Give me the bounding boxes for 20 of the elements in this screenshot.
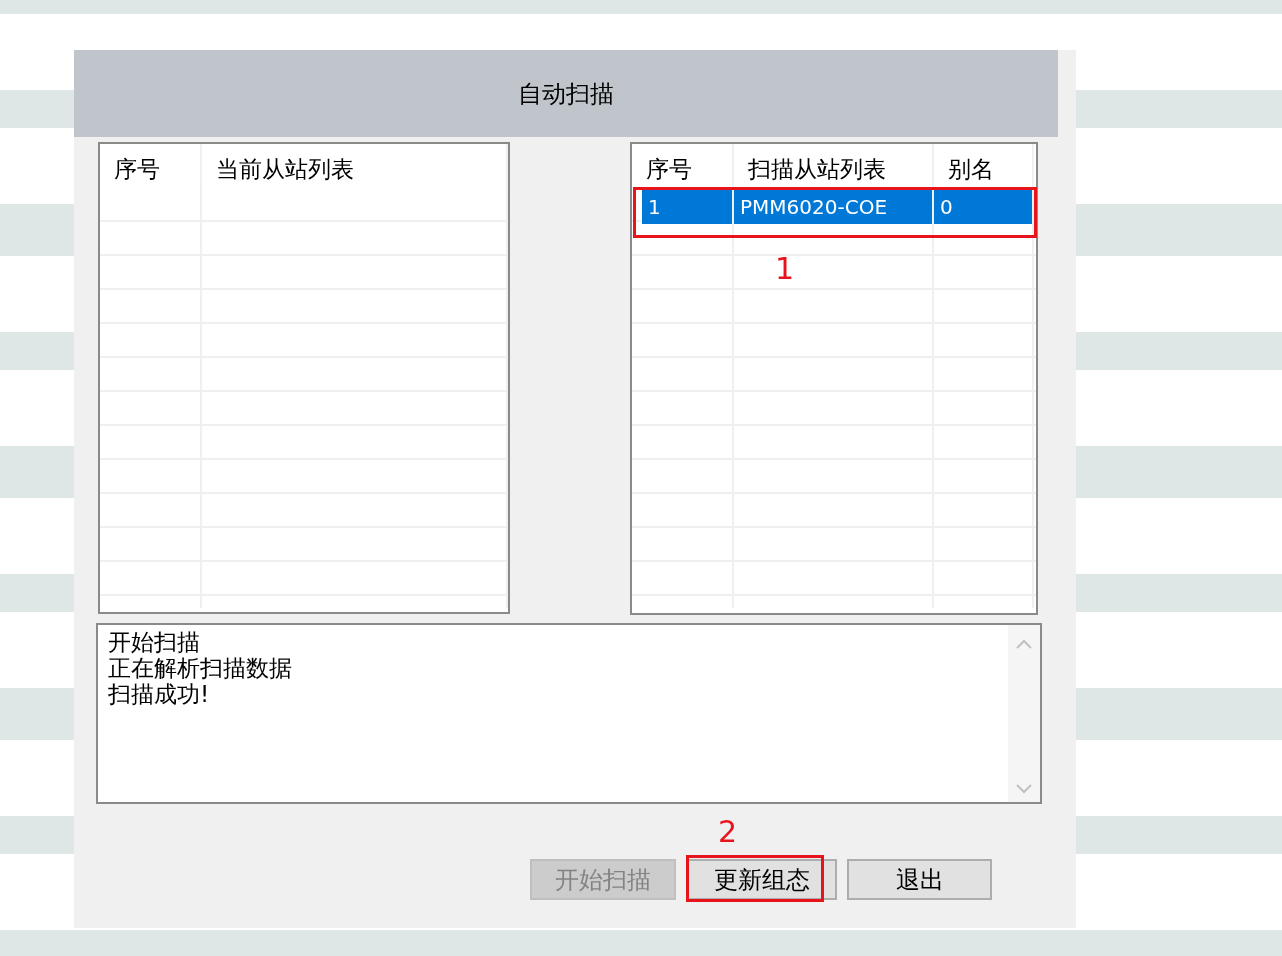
log-textbox[interactable]: 开始扫描 正在解析扫描数据 扫描成功! [96, 623, 1042, 804]
annotation-number: 1 [775, 254, 795, 284]
column-header[interactable]: 当前从站列表 [202, 144, 508, 188]
scroll-down-icon[interactable] [1016, 784, 1032, 794]
annotation-number: 2 [718, 817, 738, 847]
dialog-button[interactable]: 更新组态 [686, 859, 837, 900]
dialog-title: 自动扫描 [74, 50, 1058, 137]
scrollbar[interactable] [1008, 625, 1040, 802]
table-cell: PMM6020-COE [734, 190, 934, 224]
column-header[interactable]: 序号 [632, 144, 734, 188]
table-cell: 1 [642, 190, 734, 224]
dialog-button[interactable]: 退出 [847, 859, 992, 900]
table-row[interactable]: 1 PMM6020-COE 0 [642, 190, 1034, 224]
log-line: 正在解析扫描数据 [108, 655, 293, 681]
column-header[interactable]: 扫描从站列表 [734, 144, 934, 188]
scroll-up-icon[interactable] [1016, 639, 1032, 649]
column-header[interactable]: 别名 [934, 144, 1034, 188]
log-line: 扫描成功! [108, 681, 211, 707]
log-line: 开始扫描 [108, 629, 201, 655]
column-header[interactable]: 序号 [100, 144, 202, 188]
